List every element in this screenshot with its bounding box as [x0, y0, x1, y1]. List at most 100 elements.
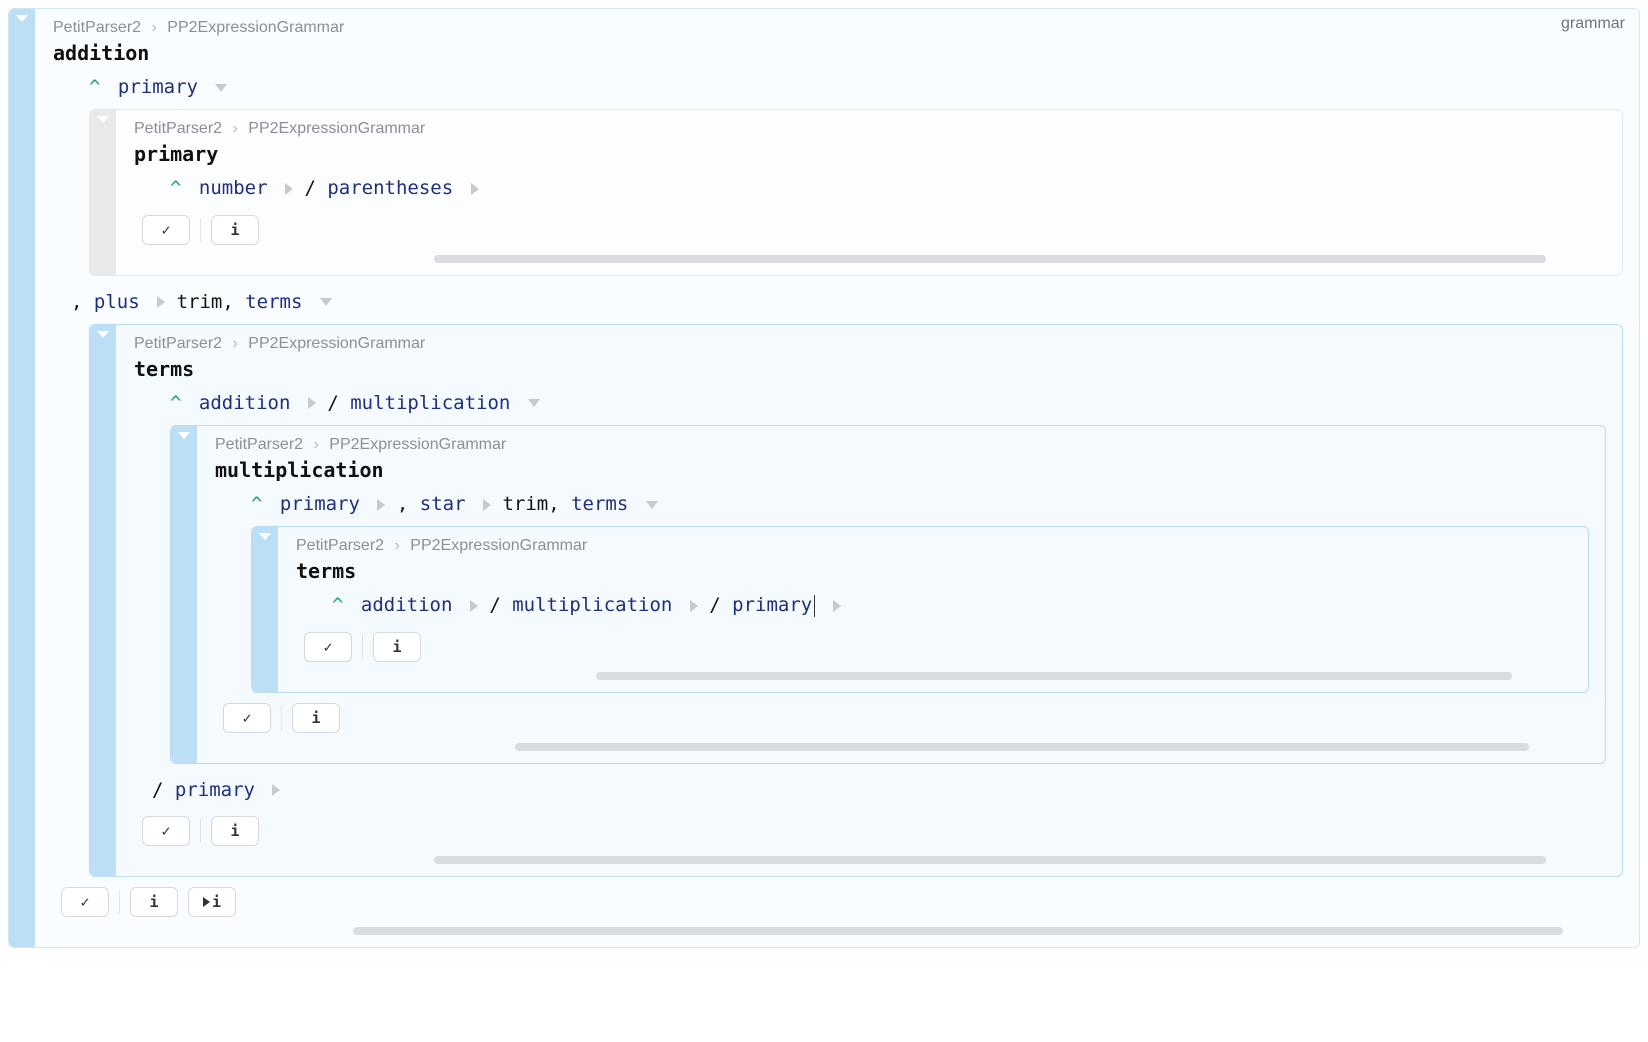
prefix-slash: /: [152, 779, 175, 801]
code-line[interactable]: ^ addition / multiplication /: [296, 589, 1572, 621]
breadcrumb: PetitParser2 › PP2ExpressionGrammar: [134, 335, 1606, 353]
method-title: primary: [134, 142, 1606, 166]
expand-gutter[interactable]: [9, 9, 35, 947]
expand-down-icon: [259, 533, 271, 540]
expand-right-icon[interactable]: [157, 296, 165, 308]
code-line[interactable]: , plus trim, terms: [53, 286, 1623, 318]
expand-right-icon[interactable]: [377, 499, 385, 511]
expand-gutter[interactable]: [90, 325, 116, 876]
crumb-package[interactable]: PetitParser2: [53, 19, 141, 36]
code-line[interactable]: ^ primary: [53, 71, 1623, 103]
text-trim: trim,: [502, 493, 571, 515]
divider: [200, 819, 201, 843]
expand-right-icon[interactable]: [470, 600, 478, 612]
method-title: multiplication: [215, 458, 1589, 482]
expand-right-icon[interactable]: [471, 183, 479, 195]
button-row: i i: [61, 887, 1623, 917]
expand-gutter[interactable]: [252, 527, 278, 691]
accept-button[interactable]: [142, 215, 190, 245]
return-caret: ^: [170, 392, 181, 414]
code-line[interactable]: ^ number / parentheses: [134, 172, 1606, 204]
accept-button[interactable]: [304, 632, 352, 662]
symbol-addition[interactable]: addition: [199, 392, 291, 414]
root-panel: grammar PetitParser2 › PP2ExpressionGram…: [8, 8, 1640, 948]
expand-down-icon[interactable]: [215, 84, 227, 92]
button-row: i: [304, 632, 1572, 662]
expand-down-icon: [97, 116, 109, 123]
chevron-right-icon: ›: [233, 335, 238, 352]
symbol-number[interactable]: number: [199, 177, 268, 199]
symbol-primary[interactable]: primary: [280, 493, 360, 515]
accept-button[interactable]: [61, 887, 109, 917]
inspect-button[interactable]: i: [130, 887, 178, 917]
primary-panel: PetitParser2 › PP2ExpressionGrammar prim…: [89, 109, 1623, 275]
multiplication-panel: PetitParser2 › PP2ExpressionGrammar mult…: [170, 425, 1606, 764]
crumb-class[interactable]: PP2ExpressionGrammar: [248, 120, 425, 137]
expand-right-icon[interactable]: [833, 600, 841, 612]
inspect-button[interactable]: i: [211, 215, 259, 245]
horizontal-scrollbar[interactable]: [434, 255, 1546, 263]
crumb-package[interactable]: PetitParser2: [215, 436, 303, 453]
expand-down-icon[interactable]: [528, 399, 540, 407]
crumb-class[interactable]: PP2ExpressionGrammar: [167, 19, 344, 36]
divider: [281, 706, 282, 730]
chevron-right-icon: ›: [152, 19, 157, 36]
inspect-button[interactable]: i: [211, 816, 259, 846]
crumb-package[interactable]: PetitParser2: [134, 120, 222, 137]
symbol-parentheses[interactable]: parentheses: [327, 177, 453, 199]
return-caret: ^: [251, 493, 262, 515]
return-caret: ^: [332, 594, 343, 616]
symbol-terms[interactable]: terms: [245, 291, 302, 313]
button-row: i: [142, 816, 1606, 846]
symbol-plus[interactable]: plus: [94, 291, 140, 313]
code-line[interactable]: ^ addition / multiplication: [134, 387, 1606, 419]
crumb-package[interactable]: PetitParser2: [296, 537, 384, 554]
button-row: i: [142, 215, 1606, 245]
divider: [119, 890, 120, 914]
expand-down-icon[interactable]: [320, 298, 332, 306]
inspect-button[interactable]: i: [292, 703, 340, 733]
crumb-class[interactable]: PP2ExpressionGrammar: [410, 537, 587, 554]
chevron-right-icon: ›: [314, 436, 319, 453]
expand-down-icon[interactable]: [646, 501, 658, 509]
expand-right-icon[interactable]: [483, 499, 491, 511]
breadcrumb: PetitParser2 › PP2ExpressionGrammar: [296, 537, 1572, 555]
symbol-primary[interactable]: primary: [175, 779, 255, 801]
accept-button[interactable]: [223, 703, 271, 733]
symbol-terms[interactable]: terms: [571, 493, 628, 515]
inspect-button[interactable]: i: [373, 632, 421, 662]
accept-button[interactable]: [142, 816, 190, 846]
horizontal-scrollbar[interactable]: [353, 927, 1563, 935]
expand-gutter[interactable]: [171, 426, 197, 763]
divider: [200, 218, 201, 242]
terms-panel: PetitParser2 › PP2ExpressionGrammar term…: [89, 324, 1623, 877]
return-caret: ^: [89, 76, 100, 98]
symbol-multiplication[interactable]: multiplication: [512, 594, 672, 616]
crumb-class[interactable]: PP2ExpressionGrammar: [329, 436, 506, 453]
symbol-primary[interactable]: primary: [732, 594, 812, 616]
grammar-tag: grammar: [1561, 15, 1625, 33]
symbol-multiplication[interactable]: multiplication: [350, 392, 510, 414]
crumb-class[interactable]: PP2ExpressionGrammar: [248, 335, 425, 352]
horizontal-scrollbar[interactable]: [434, 856, 1546, 864]
method-title: addition: [53, 41, 1623, 65]
separator-slash: /: [327, 392, 350, 414]
symbol-primary[interactable]: primary: [118, 76, 198, 98]
expand-right-icon[interactable]: [272, 784, 280, 796]
symbol-addition[interactable]: addition: [361, 594, 453, 616]
chevron-right-icon: ›: [395, 537, 400, 554]
horizontal-scrollbar[interactable]: [596, 672, 1512, 680]
inner-terms-panel: PetitParser2 › PP2ExpressionGrammar term…: [251, 526, 1589, 692]
play-inspect-label: i: [212, 893, 221, 911]
expand-gutter[interactable]: [90, 110, 116, 274]
code-line[interactable]: / primary: [134, 774, 1606, 806]
expand-right-icon[interactable]: [690, 600, 698, 612]
symbol-star[interactable]: star: [420, 493, 466, 515]
prefix-comma: ,: [71, 291, 94, 313]
crumb-package[interactable]: PetitParser2: [134, 335, 222, 352]
horizontal-scrollbar[interactable]: [515, 743, 1529, 751]
code-line[interactable]: ^ primary , star trim, terms: [215, 488, 1589, 520]
expand-right-icon[interactable]: [285, 183, 293, 195]
play-inspect-button[interactable]: i: [188, 887, 236, 917]
expand-right-icon[interactable]: [308, 397, 316, 409]
